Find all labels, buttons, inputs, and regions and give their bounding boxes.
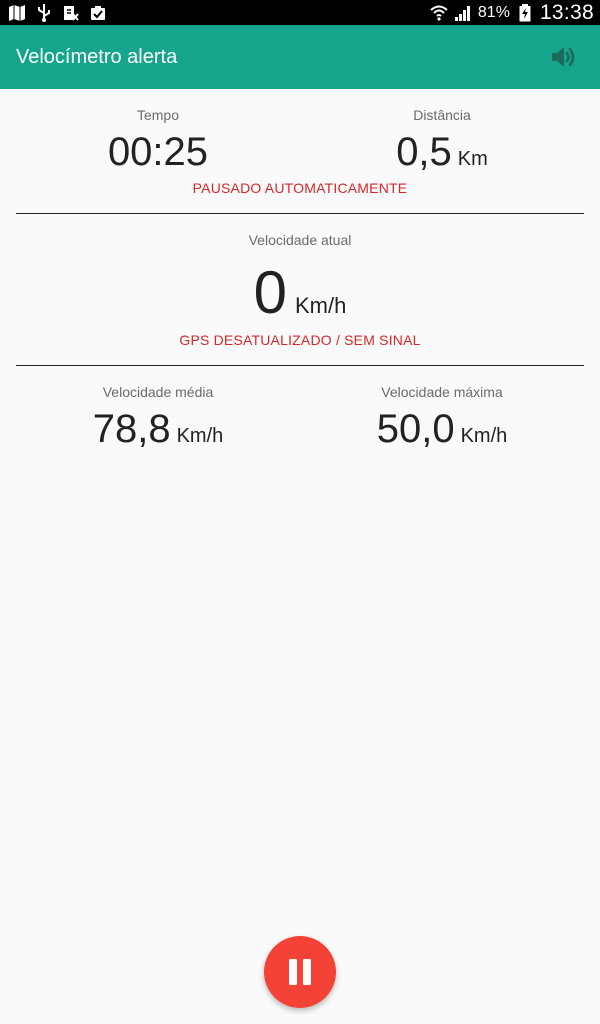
avg-speed-unit: Km/h <box>176 425 224 447</box>
avg-speed-number: 78,8 <box>92 407 171 451</box>
volume-button[interactable] <box>548 41 580 73</box>
usb-icon <box>35 3 53 22</box>
battery-percent: 81% <box>477 3 510 21</box>
app-title: Velocímetro alerta <box>16 45 178 68</box>
clock: 13:38 <box>539 0 594 24</box>
avg-speed-value: 78,8 Km/h <box>58 407 258 452</box>
system-icons: 81% 13:38 <box>430 1 594 25</box>
exchange-icon <box>62 4 80 22</box>
max-speed-value: 50,0 Km/h <box>342 407 542 452</box>
avg-speed-label: Velocidade média <box>102 384 214 400</box>
time-value: 00:25 <box>58 130 258 175</box>
distance-value: 0,5 Km <box>342 130 542 175</box>
divider-bottom <box>16 365 584 366</box>
distance-number: 0,5 <box>396 130 452 174</box>
current-speed-number: 0 <box>253 259 287 326</box>
max-speed-label: Velocidade máxima <box>381 384 503 400</box>
notification-icons <box>8 3 107 22</box>
current-speed-value: 0 Km/h <box>0 258 600 327</box>
gps-status: GPS DESATUALIZADO / SEM SINAL <box>179 332 421 348</box>
pause-icon <box>289 959 311 985</box>
divider-top <box>16 213 584 214</box>
wifi-icon <box>430 4 448 22</box>
status-bar: 81% 13:38 <box>0 0 600 25</box>
pause-button[interactable] <box>264 936 336 1008</box>
distance-label: Distância <box>413 107 471 123</box>
app-bar: Velocímetro alerta <box>0 25 600 89</box>
distance-unit: Km <box>457 148 488 170</box>
current-speed-label: Velocidade atual <box>248 232 352 248</box>
pause-status: PAUSADO AUTOMATICAMENTE <box>192 180 408 196</box>
signal-icon <box>454 4 472 22</box>
battery-icon <box>516 3 534 22</box>
max-speed-number: 50,0 <box>376 407 455 451</box>
time-number: 00:25 <box>107 130 209 174</box>
clipboard-icon <box>89 4 107 22</box>
maps-icon <box>8 4 26 22</box>
time-label: Tempo <box>136 107 180 123</box>
max-speed-unit: Km/h <box>460 425 508 447</box>
volume-icon <box>552 47 575 67</box>
current-speed-unit: Km/h <box>295 293 347 318</box>
